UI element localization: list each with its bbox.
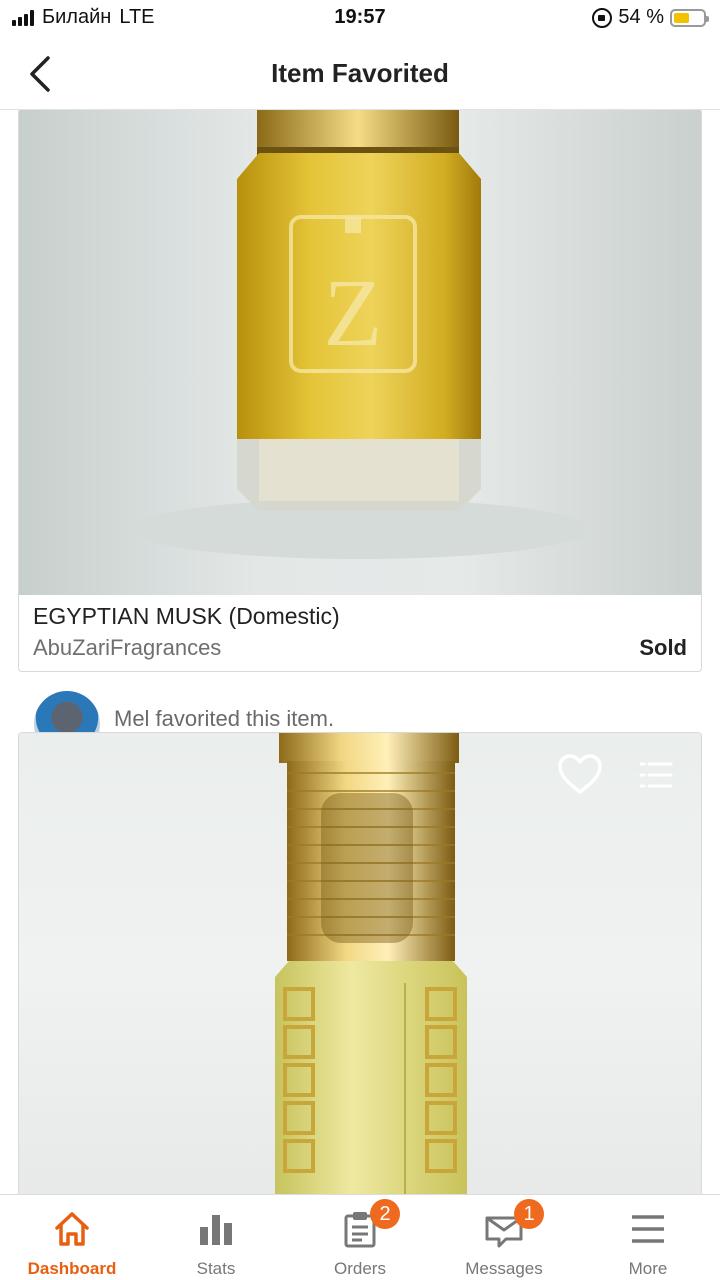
tab-bar: Dashboard Stats 2 Orders 1 Messages More bbox=[0, 1194, 720, 1280]
tab-label: Messages bbox=[465, 1259, 543, 1278]
orders-badge: 2 bbox=[370, 1199, 400, 1229]
tab-orders[interactable]: 2 Orders bbox=[288, 1195, 432, 1280]
svg-text:Z: Z bbox=[324, 259, 383, 366]
tab-label: Stats bbox=[196, 1259, 236, 1278]
perfume-bottle-illustration bbox=[275, 733, 467, 1194]
shop-name[interactable]: AbuZariFragrances bbox=[33, 635, 221, 661]
tab-label: Dashboard bbox=[27, 1259, 117, 1278]
listing-card[interactable]: Z EGYPTIAN MUSK (Domestic) AbuZariFragra… bbox=[18, 110, 702, 672]
tab-more[interactable]: More bbox=[576, 1195, 720, 1280]
listing-image[interactable] bbox=[19, 733, 701, 1194]
activity-text: Mel favorited this item. bbox=[114, 706, 335, 731]
tab-dashboard[interactable]: Dashboard bbox=[0, 1195, 144, 1280]
battery-icon bbox=[670, 8, 709, 27]
bar-chart-icon bbox=[200, 1215, 232, 1245]
tab-label: More bbox=[628, 1259, 668, 1278]
activity-feed[interactable]: Z EGYPTIAN MUSK (Domestic) AbuZariFragra… bbox=[0, 110, 720, 1194]
house-icon bbox=[55, 1212, 89, 1246]
orientation-lock-icon bbox=[592, 7, 613, 28]
menu-icon bbox=[632, 1215, 664, 1243]
listing-image[interactable]: Z bbox=[19, 110, 701, 595]
tab-messages[interactable]: 1 Messages bbox=[432, 1195, 576, 1280]
tab-label: Orders bbox=[334, 1259, 386, 1278]
item-title[interactable]: EGYPTIAN MUSK (Domestic) bbox=[33, 603, 340, 630]
favorite-heart-icon[interactable] bbox=[557, 753, 603, 795]
battery-group: 54 % bbox=[592, 6, 709, 29]
status-bar: Билайн LTE 19:57 54 % bbox=[0, 0, 720, 38]
battery-percent: 54 % bbox=[618, 6, 664, 28]
messages-badge: 1 bbox=[514, 1199, 544, 1229]
add-to-list-icon[interactable] bbox=[639, 759, 673, 791]
status-badge: Sold bbox=[639, 635, 687, 660]
nav-header: Item Favorited bbox=[0, 38, 720, 110]
perfume-bottle-illustration: Z bbox=[129, 110, 589, 559]
listing-card[interactable] bbox=[18, 732, 702, 1194]
tab-stats[interactable]: Stats bbox=[144, 1195, 288, 1280]
page-title: Item Favorited bbox=[271, 58, 449, 88]
